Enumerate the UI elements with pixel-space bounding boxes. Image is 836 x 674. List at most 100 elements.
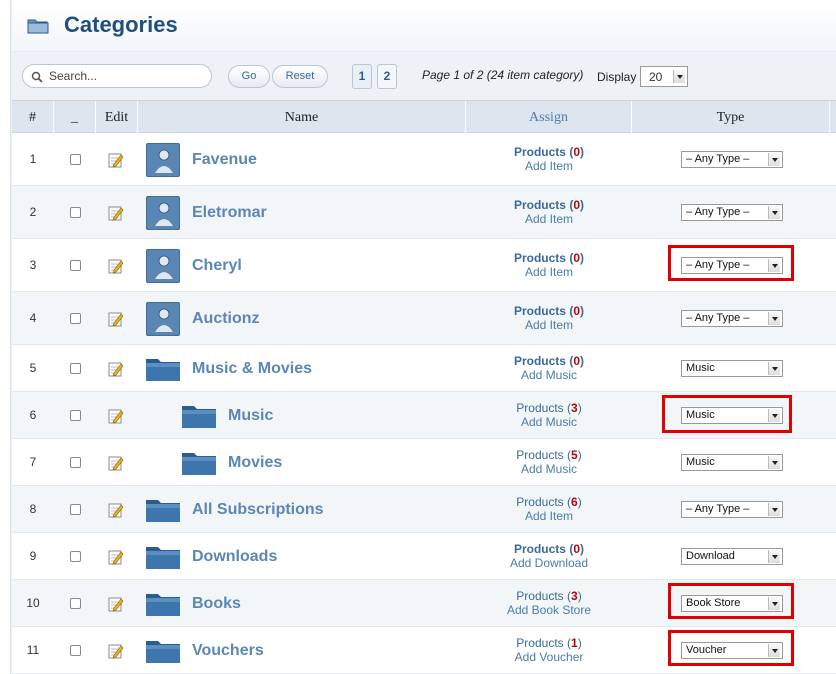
type-select[interactable]: Music xyxy=(681,454,783,471)
row-number: 10 xyxy=(26,596,40,610)
products-link[interactable]: Products (6) xyxy=(516,495,581,509)
type-select[interactable]: Download xyxy=(681,548,783,565)
row-checkbox[interactable] xyxy=(70,154,81,165)
page-link-1[interactable]: 1 xyxy=(352,64,372,89)
products-link[interactable]: Products (0) xyxy=(514,251,584,265)
go-button[interactable]: Go xyxy=(228,65,270,88)
row-checkbox[interactable] xyxy=(70,598,81,609)
row-checkbox[interactable] xyxy=(70,504,81,515)
display-count-select[interactable]: 20 xyxy=(640,66,688,87)
products-count: 0 xyxy=(573,198,581,212)
products-link[interactable]: Products (0) xyxy=(514,145,584,159)
add-item-link[interactable]: Add Music xyxy=(466,415,632,429)
products-label: Products xyxy=(516,589,564,603)
products-label: Products xyxy=(513,304,566,318)
table-row: 11 Vouchers Products (1) Add Voucher Vou… xyxy=(12,627,836,674)
type-select[interactable]: – Any Type – xyxy=(681,310,783,327)
category-name-link[interactable]: Downloads xyxy=(192,548,277,566)
edit-icon[interactable] xyxy=(108,502,124,518)
edit-icon[interactable] xyxy=(108,549,124,565)
chevron-down-icon xyxy=(768,312,780,325)
header-assign[interactable]: Assign xyxy=(466,101,632,134)
add-item-link[interactable]: Add Item xyxy=(466,159,632,173)
category-name-link[interactable]: Eletromar xyxy=(192,204,267,222)
user-thumbnail-icon xyxy=(146,143,180,177)
chevron-down-icon xyxy=(768,456,780,469)
add-item-link[interactable]: Add Download xyxy=(466,556,632,570)
row-checkbox[interactable] xyxy=(70,457,81,468)
category-name-link[interactable]: Auctionz xyxy=(192,310,260,328)
category-name-link[interactable]: Books xyxy=(192,595,241,613)
folder-icon xyxy=(146,592,180,616)
add-item-link[interactable]: Add Item xyxy=(466,212,632,226)
row-checkbox[interactable] xyxy=(70,410,81,421)
category-name-link[interactable]: Music xyxy=(228,407,273,425)
chevron-down-icon xyxy=(768,206,780,219)
products-count: 1 xyxy=(571,636,578,650)
row-checkbox[interactable] xyxy=(70,207,81,218)
products-link[interactable]: Products (1) xyxy=(516,636,581,650)
edit-icon[interactable] xyxy=(108,258,124,274)
add-item-link[interactable]: Add Item xyxy=(466,318,632,332)
products-link[interactable]: Products (3) xyxy=(516,401,581,415)
edit-icon[interactable] xyxy=(108,361,124,377)
row-checkbox[interactable] xyxy=(70,363,81,374)
type-select[interactable]: Music xyxy=(681,360,783,377)
page-link-2[interactable]: 2 xyxy=(377,64,397,89)
products-link[interactable]: Products (3) xyxy=(516,589,581,603)
search-input[interactable]: Search... xyxy=(22,64,212,88)
products-label: Products xyxy=(516,401,564,415)
type-select[interactable]: – Any Type – xyxy=(681,151,783,168)
products-label: Products xyxy=(513,251,566,265)
category-name-link[interactable]: Music & Movies xyxy=(192,360,312,378)
products-link[interactable]: Products (0) xyxy=(514,354,584,368)
add-item-link[interactable]: Add Music xyxy=(466,462,632,476)
products-link[interactable]: Products (0) xyxy=(514,198,584,212)
products-link[interactable]: Products (5) xyxy=(516,448,581,462)
table-row: 6 Music Products (3) Add Music Music xyxy=(12,392,836,439)
products-label: Products xyxy=(516,448,564,462)
folder-icon xyxy=(146,498,180,522)
header-name[interactable]: Name xyxy=(138,101,466,134)
products-count: 0 xyxy=(573,542,581,556)
products-count: 5 xyxy=(571,448,578,462)
chevron-down-icon xyxy=(768,362,780,375)
search-placeholder: Search... xyxy=(49,69,98,83)
add-item-link[interactable]: Add Item xyxy=(466,265,632,279)
type-select[interactable]: – Any Type – xyxy=(681,204,783,221)
edit-icon[interactable] xyxy=(108,643,124,659)
assign-cell: Products (0) Add Item xyxy=(466,251,632,279)
chevron-down-icon xyxy=(768,503,780,516)
add-item-link[interactable]: Add Music xyxy=(466,368,632,382)
category-name-link[interactable]: Cheryl xyxy=(192,257,242,275)
edit-icon[interactable] xyxy=(108,152,124,168)
category-name-link[interactable]: All Subscriptions xyxy=(192,501,324,519)
add-item-link[interactable]: Add Item xyxy=(466,509,632,523)
row-checkbox[interactable] xyxy=(70,260,81,271)
add-item-link[interactable]: Add Book Store xyxy=(466,603,632,617)
category-name-link[interactable]: Movies xyxy=(228,454,282,472)
highlight-box xyxy=(668,583,794,619)
type-select[interactable]: – Any Type – xyxy=(681,501,783,518)
folder-icon xyxy=(146,357,180,381)
row-checkbox[interactable] xyxy=(70,645,81,656)
reset-button[interactable]: Reset xyxy=(272,65,328,88)
edit-icon[interactable] xyxy=(108,205,124,221)
products-link[interactable]: Products (0) xyxy=(514,542,584,556)
edit-icon[interactable] xyxy=(108,596,124,612)
edit-icon[interactable] xyxy=(108,455,124,471)
edit-icon[interactable] xyxy=(108,408,124,424)
edit-icon[interactable] xyxy=(108,311,124,327)
add-item-link[interactable]: Add Voucher xyxy=(466,650,632,664)
type-select-value: – Any Type – xyxy=(686,206,750,218)
highlight-box xyxy=(668,245,794,281)
category-name-link[interactable]: Favenue xyxy=(192,151,257,169)
row-checkbox[interactable] xyxy=(70,313,81,324)
products-link[interactable]: Products (0) xyxy=(514,304,584,318)
table-row: 4 Auctionz Products (0) Add Item – Any T… xyxy=(12,292,836,345)
category-name-link[interactable]: Vouchers xyxy=(192,642,264,660)
row-checkbox[interactable] xyxy=(70,551,81,562)
row-number: 9 xyxy=(29,549,37,563)
highlight-box xyxy=(662,395,792,433)
type-select-value: – Any Type – xyxy=(686,153,750,165)
